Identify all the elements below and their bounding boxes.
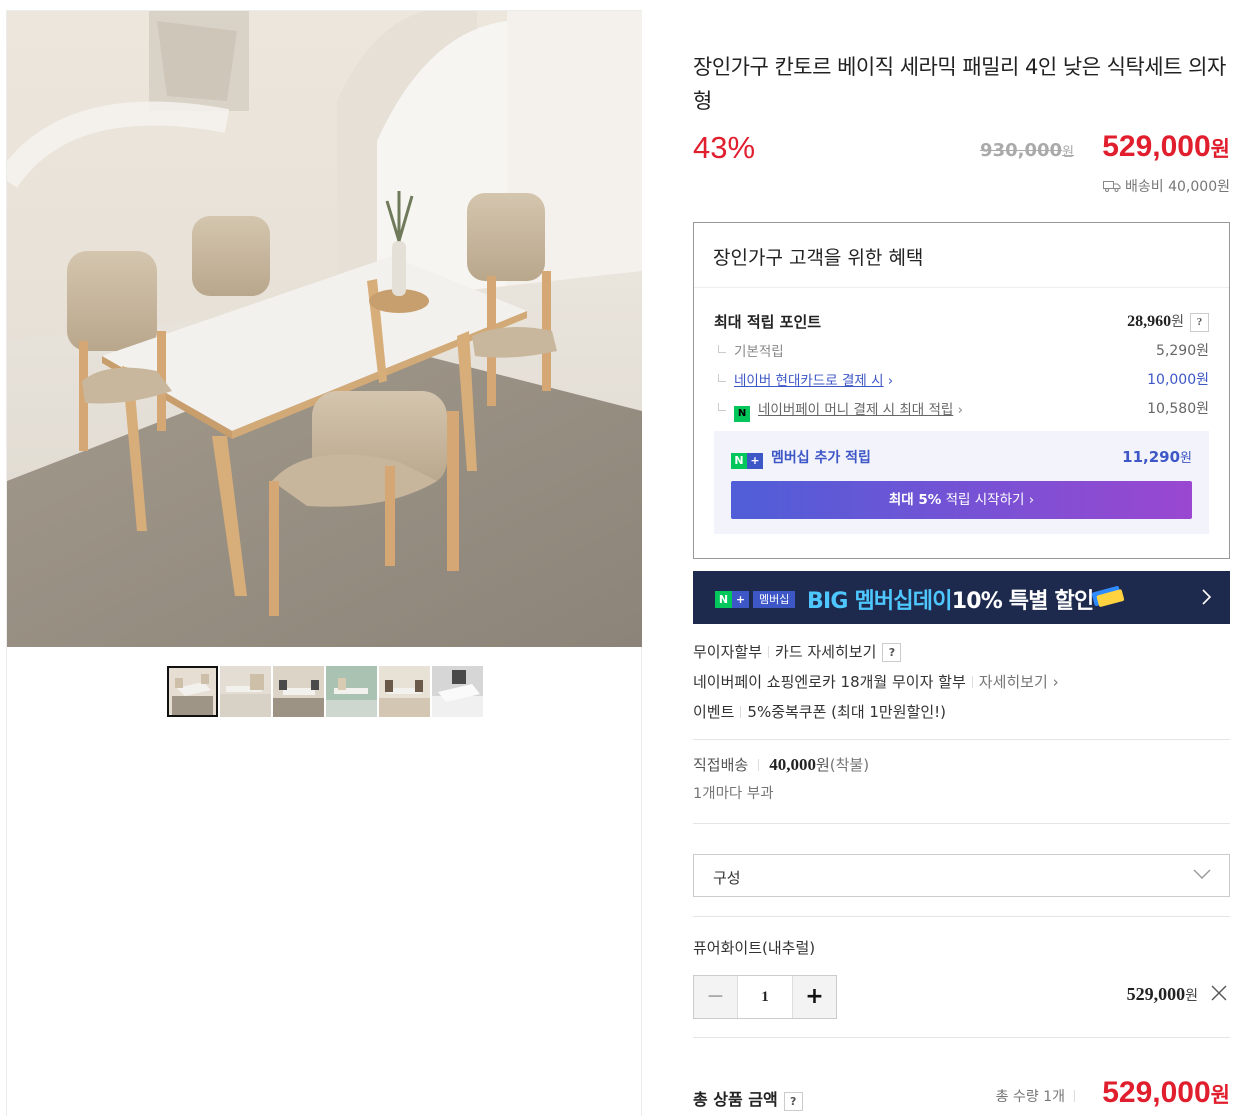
product-gallery (6, 10, 642, 1116)
points-row-value: 10,580원 (1147, 401, 1209, 417)
npay-installment-line: 네이버페이 쇼핑엔로카 18개월 무이자 할부 자세히보기 › (693, 667, 1230, 697)
points-row-basic: 기본적립 5,290원 (694, 334, 1229, 363)
thumbnail-5[interactable] (379, 666, 430, 717)
delivery-fee-note: (착불) (829, 756, 870, 774)
quantity-stepper: − 1 + (693, 975, 837, 1019)
quantity-input[interactable]: 1 (737, 976, 793, 1018)
decrease-button[interactable]: − (694, 976, 737, 1018)
total-row: 총 상품 금액? 총 수량 1개 529,000원 (693, 1060, 1230, 1111)
points-row-value: 10,000원 (1147, 372, 1209, 388)
coupon-icon (1091, 586, 1125, 607)
sale-price: 529,000원 (1102, 130, 1230, 163)
payment-info: 무이자할부 카드 자세히보기? 네이버페이 쇼핑엔로카 18개월 무이자 할부 자세… (693, 637, 1230, 727)
increase-button[interactable]: + (793, 976, 836, 1018)
membership-day-banner[interactable]: N + 멤버십 BIG 멤버십데이10% 특별 할인 (693, 571, 1230, 624)
chevron-right-icon: › (887, 373, 894, 389)
membership-label: 멤버십 추가 적립 (771, 450, 871, 466)
max-points-value: 28,960원? (1127, 311, 1209, 332)
points-row-npay: N 네이버페이 머니 결제 시 최대 적립 › 10,580원 (694, 392, 1229, 422)
help-icon[interactable]: ? (1190, 313, 1209, 332)
thumbnail-1[interactable] (167, 666, 218, 717)
thumbnail-strip (167, 666, 483, 717)
event-text: 5%중복쿠폰 (최대 1만원할인!) (747, 703, 947, 721)
card-detail-link[interactable]: 카드 자세히보기 (775, 643, 876, 661)
benefit-heading: 장인가구 고객을 위한 혜택 (694, 223, 1229, 288)
npay-icon: N (734, 406, 750, 422)
thumbnail-6[interactable] (432, 666, 483, 717)
membership-box: N + 멤버십 추가 적립 11,290원 최대 5% 적립 시작하기 › (714, 431, 1209, 534)
discount-rate: 43% (693, 130, 756, 165)
delivery-info: 직접배송 40,000원(착불) 1개마다 부과 (693, 754, 1230, 803)
main-product-image[interactable] (7, 11, 642, 647)
banner-text: BIG 멤버십데이10% 특별 할인 (807, 589, 1094, 614)
help-icon[interactable]: ? (783, 1092, 803, 1111)
delivery-note: 1개마다 부과 (693, 786, 774, 802)
chevron-right-icon (1202, 589, 1212, 605)
detail-link[interactable]: 자세히보기 (979, 673, 1048, 691)
npay-installment-text: 네이버페이 쇼핑엔로카 18개월 무이자 할부 (693, 673, 966, 691)
thumbnail-4[interactable] (326, 666, 377, 717)
chevron-right-icon: › (957, 402, 964, 418)
hyundai-card-link[interactable]: 네이버 현대카드로 결제 시 (734, 373, 884, 389)
help-icon[interactable]: ? (882, 643, 902, 662)
max-points-label: 최대 적립 포인트 (714, 313, 822, 331)
delivery-fee: 40,000 (769, 755, 816, 774)
product-title: 장인가구 칸토르 베이직 세라믹 패밀리 4인 낮은 식탁세트 의자형 (693, 55, 1226, 113)
membership-start-button[interactable]: 최대 5% 적립 시작하기 › (731, 481, 1192, 519)
option-select[interactable]: 구성 (693, 854, 1230, 897)
event-line: 이벤트 5%중복쿠폰 (최대 1만원할인!) (693, 697, 1230, 727)
nplus-icon: N + (731, 452, 763, 469)
chevron-down-icon (1193, 869, 1211, 879)
thumbnail-3[interactable] (273, 666, 324, 717)
total-price: 529,000원 (1102, 1076, 1230, 1109)
shipping-fee-text: 배송비 40,000원 (1125, 179, 1230, 195)
original-price: 930,000원 (980, 140, 1074, 161)
total-quantity: 총 수량 1개 (995, 1089, 1065, 1105)
total-label: 총 상품 금액 (693, 1090, 778, 1109)
option-price: 529,000원 (1126, 984, 1198, 1004)
nplus-membership-badge: N + 멤버십 (715, 588, 796, 608)
close-icon[interactable] (1210, 984, 1228, 1002)
points-row-label: 기본적립 (734, 344, 784, 360)
option-select-label: 구성 (713, 869, 741, 887)
thumbnail-2[interactable] (220, 666, 271, 717)
selected-option-row: − 1 + 529,000원 (693, 975, 1230, 1019)
delivery-type: 직접배송 (693, 756, 749, 774)
truck-icon (1103, 181, 1121, 192)
installment-label: 무이자할부 (693, 643, 763, 661)
price-row: 43% 930,000원 529,000원 (693, 126, 1230, 176)
shipping-fee: 배송비 40,000원 (693, 176, 1230, 198)
max-points-row: 최대 적립 포인트 28,960원? (694, 305, 1229, 334)
product-info: 장인가구 칸토르 베이직 세라믹 패밀리 4인 낮은 식탁세트 의자형 43% … (693, 10, 1230, 1111)
points-row-value: 5,290원 (1156, 343, 1209, 359)
chevron-right-icon: › (1052, 673, 1059, 691)
points-row-card: 네이버 현대카드로 결제 시 › 10,000원 (694, 363, 1229, 392)
benefit-box: 장인가구 고객을 위한 혜택 최대 적립 포인트 28,960원? 기본적립 5… (693, 222, 1230, 559)
event-label: 이벤트 (693, 703, 735, 721)
npay-money-link[interactable]: 네이버페이 머니 결제 시 최대 적립 (758, 402, 953, 418)
membership-value: 11,290원 (1122, 448, 1192, 466)
selected-option-name: 퓨어화이트(내추럴) (693, 939, 816, 957)
installment-line: 무이자할부 카드 자세히보기? (693, 637, 1230, 667)
